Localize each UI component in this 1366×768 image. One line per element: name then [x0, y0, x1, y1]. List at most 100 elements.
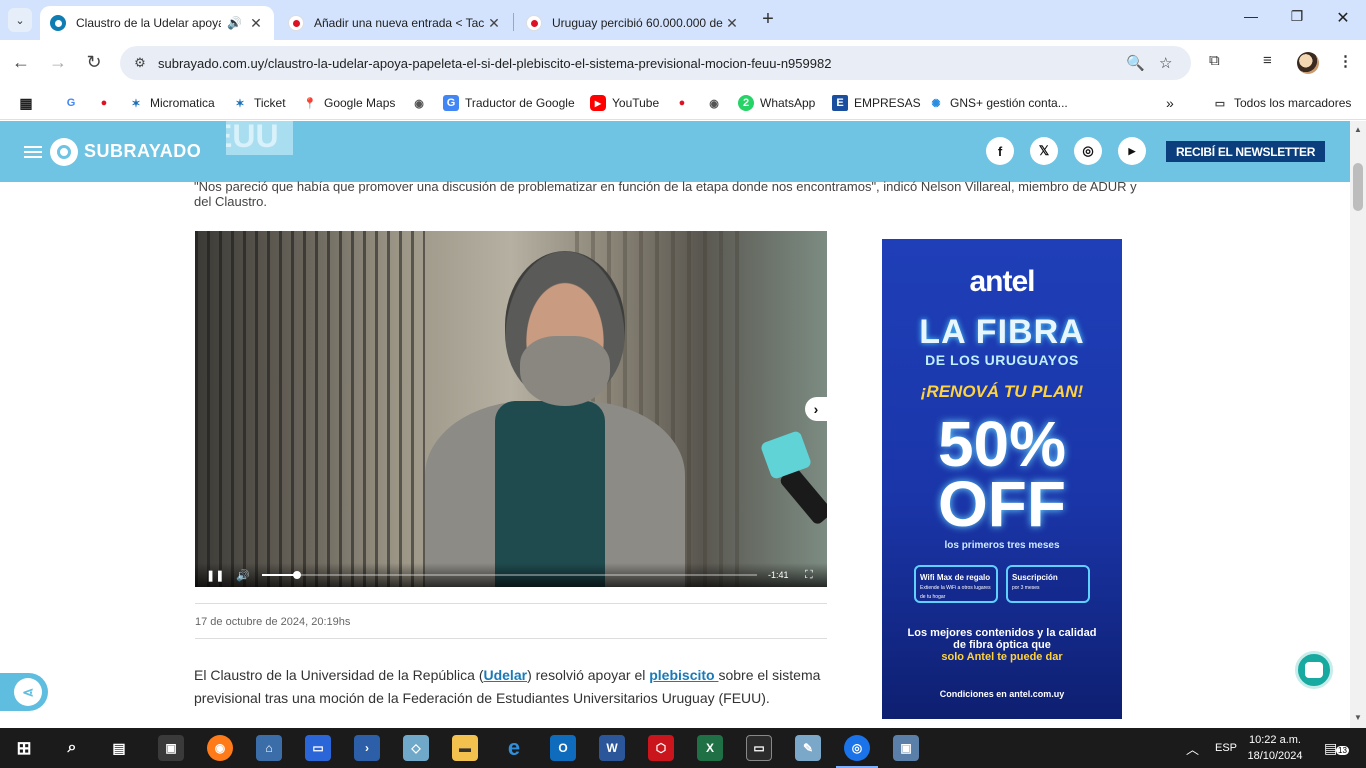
fullscreen-icon[interactable]: ⛶: [805, 569, 813, 582]
app-red-icon[interactable]: ⬡: [648, 735, 674, 761]
chrome-menu-icon[interactable]: ⋮: [1338, 52, 1353, 70]
reload-button[interactable]: ↻: [83, 52, 105, 74]
bookmark-ticket[interactable]: ✶ Ticket: [232, 93, 286, 113]
tab-title: Uruguay percibió 60.000.000 de: [552, 16, 723, 30]
scroll-down-icon[interactable]: ▼: [1353, 713, 1363, 722]
site-logo[interactable]: SUBRAYADO: [84, 141, 201, 162]
chat-icon: [1305, 662, 1323, 678]
bookmark-whatsapp[interactable]: 2 WhatsApp: [738, 93, 815, 113]
task-view-icon[interactable]: ▤: [106, 735, 132, 761]
back-button[interactable]: ←: [10, 52, 32, 74]
restore-button[interactable]: ❐: [1282, 8, 1312, 25]
outlook-icon[interactable]: O: [550, 735, 576, 761]
ad-box-sub: por 3 meses: [1012, 585, 1040, 591]
bookmark-google-maps[interactable]: 📍 Google Maps: [302, 93, 395, 113]
ticket-icon: ✶: [235, 97, 245, 110]
share-icon: ⋖: [14, 678, 42, 706]
next-video-button[interactable]: ›: [805, 397, 827, 421]
tab-search-button[interactable]: ⌄: [8, 8, 32, 32]
page-scrollbar[interactable]: ▲ ▼: [1350, 121, 1366, 728]
all-bookmarks-folder[interactable]: ▭ Todos los marcadores: [1212, 93, 1352, 113]
taskbar-clock[interactable]: 10:22 a.m. 18/10/2024: [1238, 732, 1312, 764]
file-explorer-icon[interactable]: ▬: [452, 735, 478, 761]
micromatica-icon: ✶: [131, 97, 141, 110]
app-icon-1[interactable]: ▣: [158, 735, 184, 761]
close-tab-icon[interactable]: ✕: [248, 15, 264, 32]
profile-avatar[interactable]: [1297, 52, 1319, 74]
minimize-button[interactable]: —: [1236, 8, 1266, 24]
ad-headline-sub: DE LOS URUGUAYOS: [925, 352, 1079, 368]
video-controls: ❚❚ 🔊 -1:41 ⛶: [195, 563, 827, 587]
tab-title: Claustro de la Udelar apoya: [76, 16, 222, 30]
bookmark-youtube[interactable]: ▶ YouTube: [590, 93, 659, 113]
video-player[interactable]: › ❚❚ 🔊 -1:41 ⛶: [195, 231, 827, 587]
chat-button[interactable]: [1295, 651, 1333, 689]
menu-icon[interactable]: [24, 145, 42, 158]
word-icon[interactable]: W: [599, 735, 625, 761]
scroll-up-icon[interactable]: ▲: [1353, 125, 1363, 134]
bookmark-gns[interactable]: ✺ GNS+ gestión conta...: [928, 93, 1067, 113]
extensions-icon[interactable]: ⧉: [1209, 52, 1220, 69]
progress-handle[interactable]: [292, 571, 301, 579]
paint-icon[interactable]: ✎: [795, 735, 821, 761]
ad-brand: antel: [969, 265, 1035, 298]
network-app-icon[interactable]: ⌂: [256, 735, 282, 761]
document-icon[interactable]: ▭: [305, 735, 331, 761]
bookmark-label: Ticket: [254, 96, 286, 110]
video-progress-bar[interactable]: [262, 571, 757, 579]
tab-anadir-entrada[interactable]: Añadir una nueva entrada < Tac ✕: [278, 6, 512, 40]
speaker-icon[interactable]: 🔊: [227, 16, 242, 30]
url-text[interactable]: subrayado.com.uy/claustro-la-udelar-apoy…: [158, 56, 831, 71]
volume-icon[interactable]: 🔊: [236, 569, 250, 582]
more-bookmarks-icon[interactable]: »: [1166, 93, 1174, 113]
close-window-button[interactable]: ✕: [1328, 8, 1358, 28]
tab-uruguay-percibio[interactable]: Uruguay percibió 60.000.000 de ✕: [516, 6, 750, 40]
tab-claustro[interactable]: Claustro de la Udelar apoya 🔊 ✕: [40, 6, 274, 40]
udelar-link[interactable]: Udelar: [483, 667, 527, 683]
terminal-icon[interactable]: ▭: [746, 735, 772, 761]
remote-desktop-icon[interactable]: ▣: [893, 735, 919, 761]
apps-grid-icon[interactable]: ▦: [18, 93, 40, 113]
antel-advertisement[interactable]: antel LA FIBRA DE LOS URUGUAYOS ¡RENOVÁ …: [882, 239, 1122, 719]
forward-button[interactable]: →: [47, 52, 69, 74]
bookmark-globe-1[interactable]: ◉: [411, 93, 433, 113]
close-tab-icon[interactable]: ✕: [486, 15, 502, 32]
bookmark-empresas[interactable]: E EMPRESAS: [832, 93, 921, 113]
bookmark-globe-2[interactable]: ◉: [706, 93, 728, 113]
notes-icon[interactable]: ◇: [403, 735, 429, 761]
clock-time: 10:22 a.m.: [1249, 734, 1301, 746]
close-tab-icon[interactable]: ✕: [724, 15, 740, 32]
edge-icon[interactable]: e: [501, 735, 527, 761]
bookmark-micromatica[interactable]: ✶ Micromatica: [128, 93, 214, 113]
pause-icon[interactable]: ❚❚: [206, 569, 224, 582]
search-icon[interactable]: ⌕: [59, 735, 85, 761]
instagram-icon[interactable]: ◎: [1074, 137, 1102, 165]
site-settings-icon[interactable]: ⚙: [130, 55, 150, 71]
plebiscito-link[interactable]: plebiscito: [649, 667, 718, 683]
article-date: 17 de octubre de 2024, 20:19hs: [195, 603, 827, 639]
scrollbar-thumb[interactable]: [1353, 163, 1363, 211]
zoom-icon[interactable]: 🔍: [1126, 54, 1145, 72]
newsletter-button[interactable]: RECIBÍ EL NEWSLETTER: [1166, 141, 1325, 162]
notifications-icon[interactable]: ▤ 13: [1324, 728, 1349, 768]
share-button[interactable]: ⋖: [0, 673, 48, 711]
media-control-icon[interactable]: ≡: [1263, 52, 1272, 69]
windows-start-icon[interactable]: ⊞: [11, 735, 37, 761]
excel-icon[interactable]: X: [697, 735, 723, 761]
bookmark-red-2[interactable]: ●: [674, 93, 696, 113]
address-bar[interactable]: ⚙ subrayado.com.uy/claustro-la-udelar-ap…: [120, 46, 1191, 80]
powershell-icon[interactable]: ›: [354, 735, 380, 761]
bookmark-red-1[interactable]: ●: [96, 93, 118, 113]
youtube-icon[interactable]: ▶: [1118, 137, 1146, 165]
tray-expand-icon[interactable]: ︿: [1186, 728, 1199, 768]
bookmark-traductor[interactable]: G Traductor de Google: [443, 93, 575, 113]
language-indicator[interactable]: ESP: [1215, 728, 1237, 768]
bookmark-google[interactable]: G: [63, 93, 85, 113]
facebook-icon[interactable]: f: [986, 137, 1014, 165]
chrome-icon[interactable]: ◎: [836, 735, 878, 768]
x-icon[interactable]: 𝕏: [1030, 137, 1058, 165]
new-tab-button[interactable]: +: [758, 9, 778, 30]
bookmark-star-icon[interactable]: ☆: [1159, 54, 1172, 72]
firefox-icon[interactable]: ◉: [207, 735, 233, 761]
subrayado-logo-icon[interactable]: [50, 137, 78, 166]
